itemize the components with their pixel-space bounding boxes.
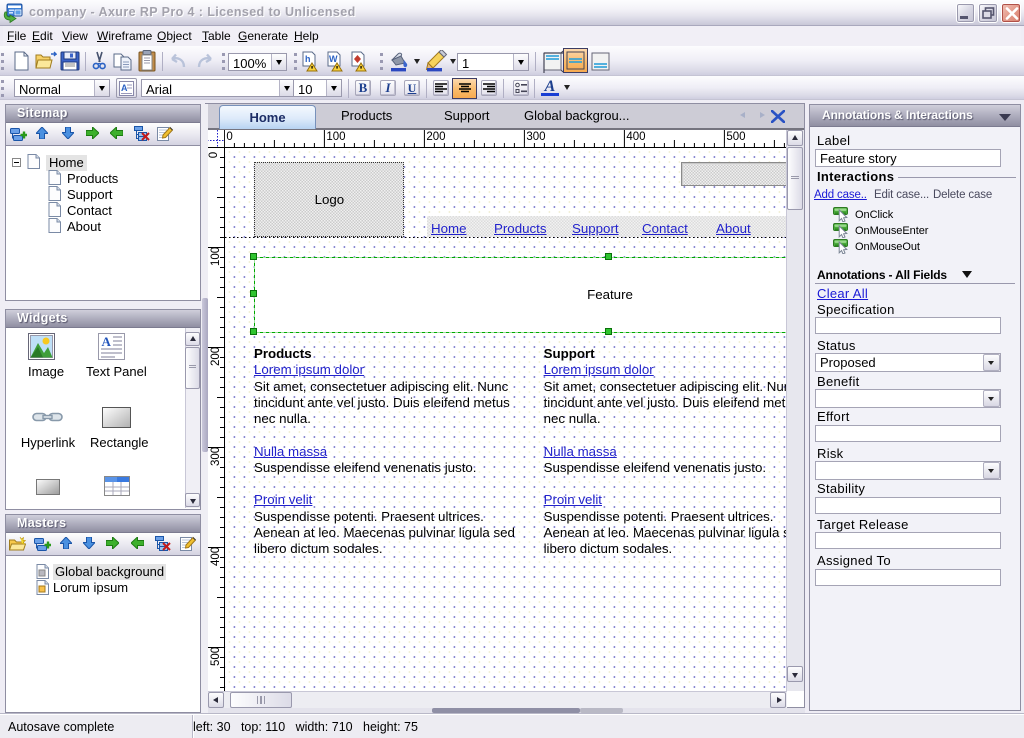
svg-text:A: A (121, 83, 128, 93)
svg-text:A: A (102, 334, 112, 349)
svg-text:h: h (305, 54, 311, 64)
svg-text:W: W (329, 54, 338, 64)
